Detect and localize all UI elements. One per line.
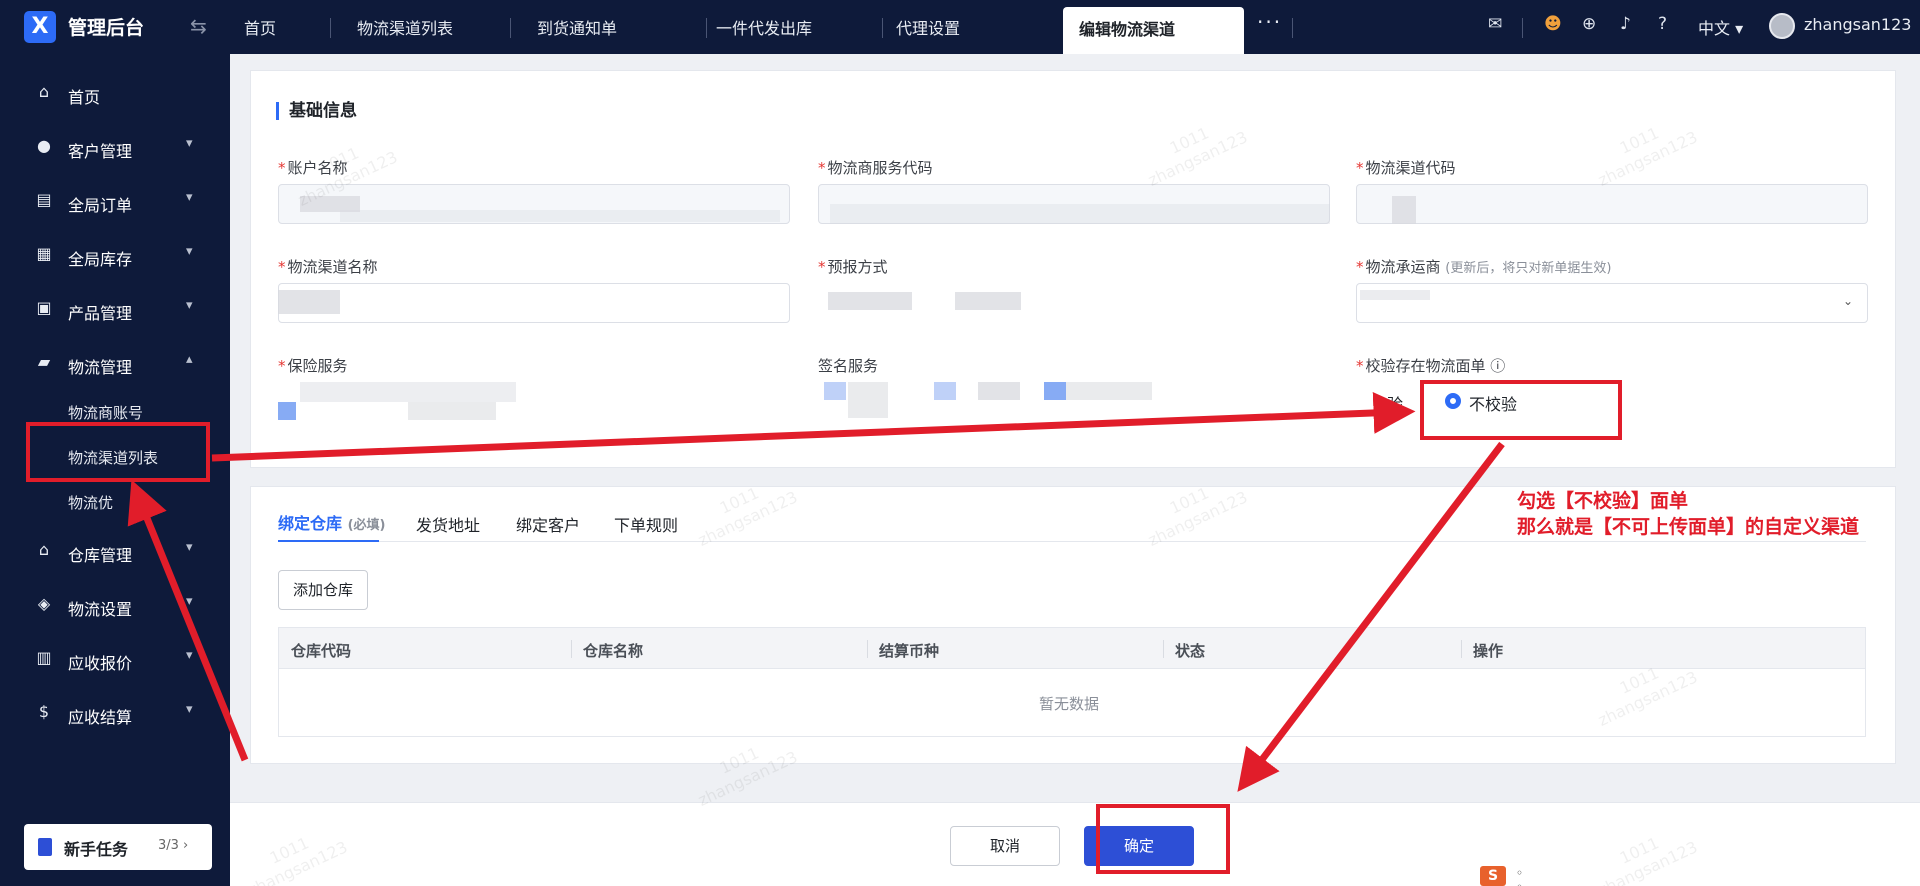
- arrow-to-confirm: [1237, 441, 1505, 792]
- csdn-logo-icon: S: [1480, 866, 1506, 886]
- annotation-arrows: [127, 391, 1505, 792]
- arrow-to-option: [211, 391, 1416, 462]
- arrow-to-sidebar: [127, 479, 249, 762]
